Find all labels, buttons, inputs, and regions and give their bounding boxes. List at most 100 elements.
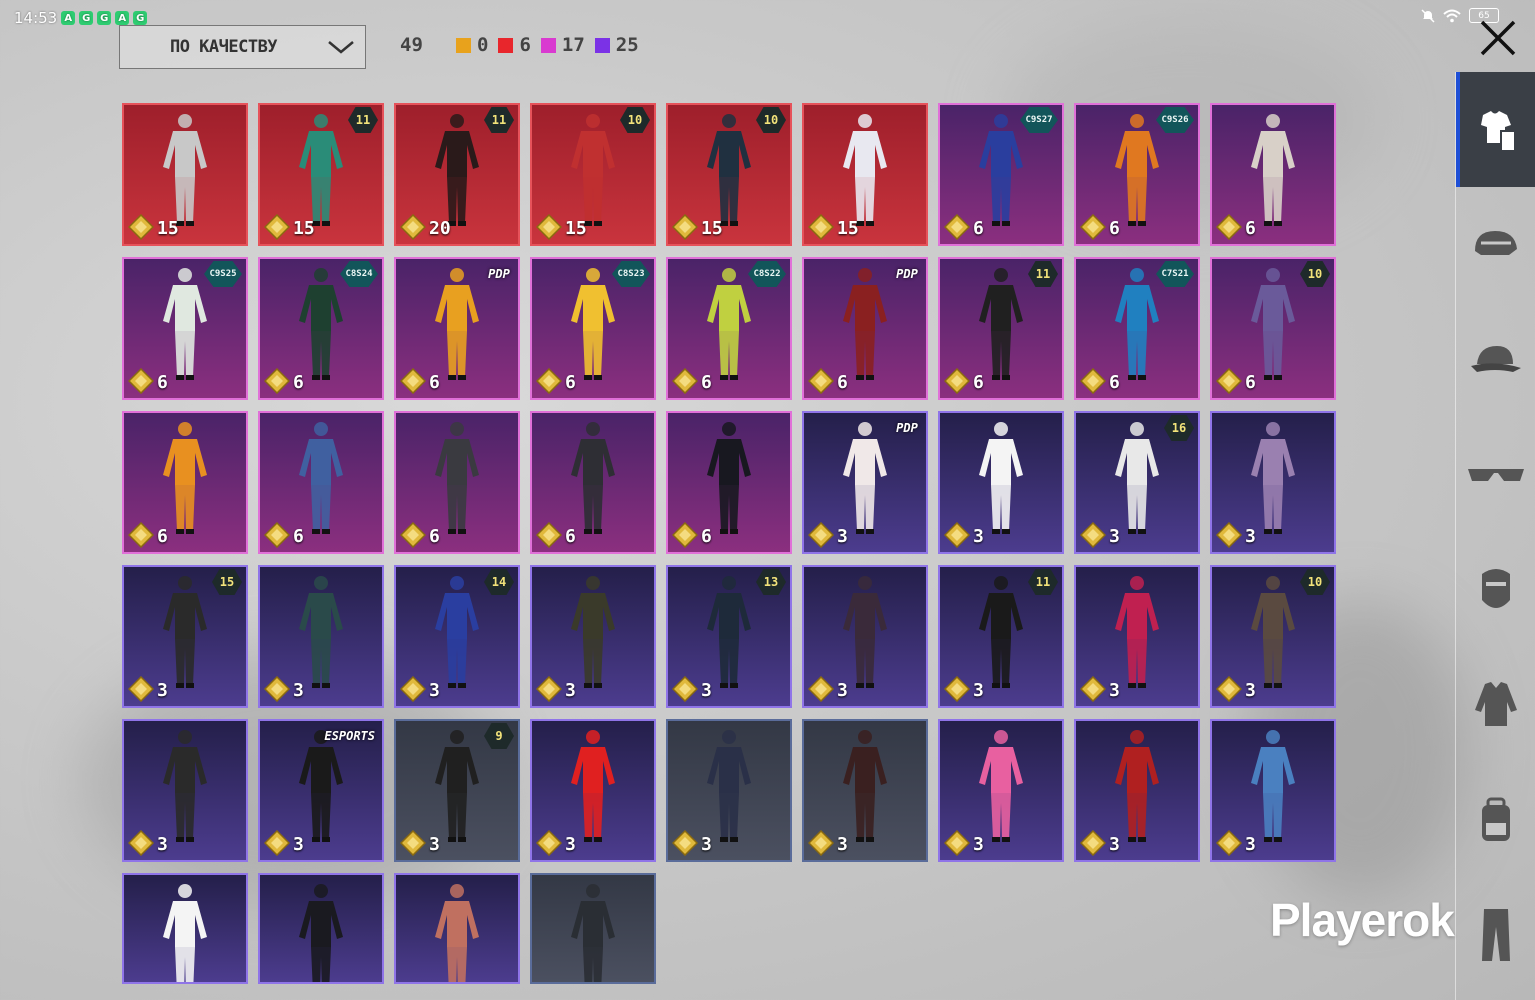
glasses-icon <box>1468 468 1524 481</box>
coin-icon <box>1216 522 1242 548</box>
outfit-item[interactable]: 6 C8S23 <box>530 257 656 400</box>
outfit-figure <box>1251 576 1295 688</box>
outfit-item[interactable]: 3 ESPORTS <box>258 719 384 862</box>
close-icon[interactable] <box>1478 18 1518 58</box>
mute-icon <box>1421 8 1435 23</box>
outfit-item[interactable]: 6 C9S26 <box>1074 103 1200 246</box>
tab-pants[interactable] <box>1456 877 1535 992</box>
coin-icon <box>400 522 426 548</box>
outfit-item[interactable]: 3 14 <box>394 565 520 708</box>
outfit-item[interactable]: 3 PDP <box>802 411 928 554</box>
outfit-item[interactable]: 3 15 <box>122 565 248 708</box>
outfit-figure <box>707 422 751 534</box>
outfit-item[interactable]: 6 <box>394 411 520 554</box>
outfit-item[interactable]: 3 <box>530 719 656 862</box>
outfit-figure <box>435 268 479 380</box>
outfit-item[interactable]: 3 <box>666 719 792 862</box>
item-price: 3 <box>157 834 168 855</box>
outfit-item[interactable]: 3 11 <box>938 565 1064 708</box>
outfit-item[interactable]: 6 11 <box>938 257 1064 400</box>
item-price: 6 <box>701 526 712 547</box>
coin-icon <box>808 214 834 240</box>
item-badge: 10 <box>1300 569 1330 595</box>
outfit-item[interactable]: 6 <box>122 411 248 554</box>
item-price: 15 <box>701 218 723 239</box>
outfit-item[interactable]: 6 C8S24 <box>258 257 384 400</box>
coin-icon <box>944 676 970 702</box>
item-price: 3 <box>1109 526 1120 547</box>
outfit-item[interactable]: 3 <box>1210 719 1336 862</box>
outfit-item[interactable]: 15 <box>122 103 248 246</box>
outfit-figure <box>571 730 615 842</box>
outfit-item[interactable] <box>394 873 520 984</box>
outfit-figure <box>163 730 207 842</box>
outfit-item[interactable]: 6 C8S22 <box>666 257 792 400</box>
outfit-item[interactable]: 6 <box>530 411 656 554</box>
outfit-item[interactable]: 6 C7S21 <box>1074 257 1200 400</box>
tab-glasses[interactable] <box>1456 417 1535 532</box>
item-price: 3 <box>1109 680 1120 701</box>
outfit-figure <box>435 114 479 226</box>
outfit-item[interactable]: 3 <box>938 719 1064 862</box>
outfit-item[interactable]: 3 13 <box>666 565 792 708</box>
outfit-item[interactable]: 15 10 <box>530 103 656 246</box>
outfit-item[interactable]: 3 <box>1074 719 1200 862</box>
outfit-item[interactable]: 15 10 <box>666 103 792 246</box>
rarity-count: 25 <box>615 34 639 56</box>
item-price: 3 <box>157 680 168 701</box>
coin-icon <box>1216 214 1242 240</box>
outfit-item[interactable]: 15 <box>802 103 928 246</box>
outfit-figure <box>1115 730 1159 842</box>
item-price: 3 <box>565 834 576 855</box>
tab-backpack[interactable] <box>1456 762 1535 877</box>
rarity-count: 17 <box>561 34 585 56</box>
rarity-count: 6 <box>519 34 531 56</box>
tab-mask[interactable] <box>1456 532 1535 647</box>
outfit-item[interactable]: 6 PDP <box>394 257 520 400</box>
outfit-item[interactable]: 6 <box>1210 103 1336 246</box>
outfit-item[interactable]: 3 <box>938 411 1064 554</box>
item-price: 3 <box>973 680 984 701</box>
outfit-figure <box>435 884 479 982</box>
outfit-item[interactable] <box>258 873 384 984</box>
outfit-item[interactable]: 39 <box>394 719 520 862</box>
outfit-item[interactable] <box>530 873 656 984</box>
outfit-item[interactable] <box>122 873 248 984</box>
outfit-item[interactable]: 3 <box>1210 411 1336 554</box>
mask-icon <box>1482 568 1510 608</box>
item-price: 3 <box>1245 526 1256 547</box>
outfit-item[interactable]: 6 10 <box>1210 257 1336 400</box>
outfit-figure <box>435 576 479 688</box>
outfit-item[interactable]: 3 16 <box>1074 411 1200 554</box>
item-price: 3 <box>293 834 304 855</box>
sort-dropdown[interactable]: ПО КАЧЕСТВУ <box>119 25 366 69</box>
outfit-item[interactable]: 3 <box>530 565 656 708</box>
outfit-figure <box>1115 422 1159 534</box>
outfit-item[interactable]: 6 <box>666 411 792 554</box>
total-count: 49 <box>400 34 423 56</box>
outfit-item[interactable]: 3 10 <box>1210 565 1336 708</box>
notification-app-icon: G <box>79 11 94 25</box>
outfit-item[interactable]: 3 <box>258 565 384 708</box>
notification-app-icon: G <box>133 11 148 25</box>
outfit-item[interactable]: 6 C9S25 <box>122 257 248 400</box>
tab-cap[interactable] <box>1456 302 1535 417</box>
notification-app-icon: A <box>115 11 130 25</box>
outfit-item[interactable]: 3 <box>802 565 928 708</box>
tab-outfit[interactable] <box>1456 72 1535 187</box>
outfit-item[interactable]: 15 11 <box>258 103 384 246</box>
item-badge: 11 <box>348 107 378 133</box>
outfit-item[interactable]: 3 <box>802 719 928 862</box>
outfit-item[interactable]: 3 <box>1074 565 1200 708</box>
outfit-item[interactable]: 3 <box>122 719 248 862</box>
tab-jacket[interactable] <box>1456 647 1535 762</box>
outfit-item[interactable]: 6 C9S27 <box>938 103 1064 246</box>
outfit-item[interactable]: 20 11 <box>394 103 520 246</box>
outfit-figure <box>163 114 207 226</box>
tab-helmet[interactable] <box>1456 187 1535 302</box>
coin-icon <box>808 368 834 394</box>
cap-icon <box>1471 345 1521 372</box>
coin-icon <box>536 214 562 240</box>
outfit-item[interactable]: 6 <box>258 411 384 554</box>
outfit-item[interactable]: 6 PDP <box>802 257 928 400</box>
